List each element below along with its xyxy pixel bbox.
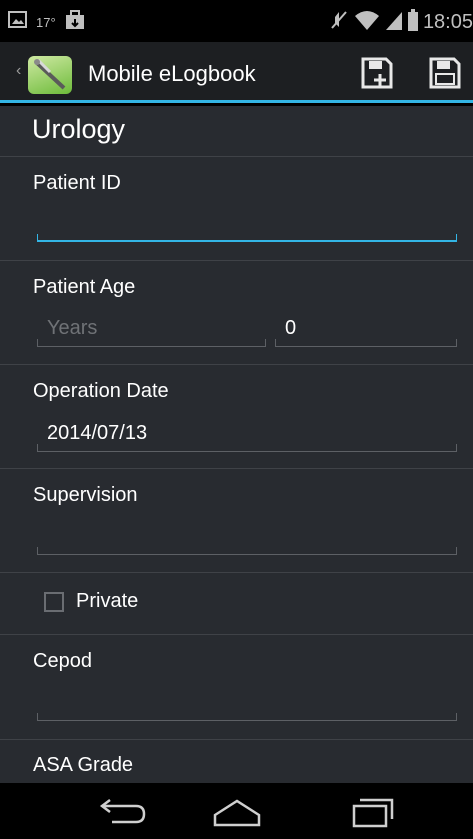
patient-age-years-input[interactable]: Years [37,317,266,347]
private-label[interactable]: Private [76,590,138,613]
cepod-input[interactable] [37,691,457,721]
status-bar: 17° 18:05 [0,0,473,42]
patient-age-months-input[interactable]: 0 [275,317,457,347]
app-logo[interactable] [28,56,72,94]
bag-icon [64,10,86,35]
patient-id-underline [37,234,457,242]
asa-grade-label: ASA Grade [33,754,134,776]
form-content[interactable]: Urology Patient ID Patient Age Years 0 O… [0,106,473,783]
status-left: 17° [8,10,86,35]
recents-button[interactable] [342,795,402,829]
clock-text: 18:05 [422,11,473,33]
signal-icon [385,9,403,36]
temperature-text: 17° [36,15,56,30]
mute-icon [329,9,349,36]
operation-date-input[interactable]: 2014/07/13 [37,422,457,452]
months-value: 0 [285,317,297,339]
operation-date-label: Operation Date [33,380,169,402]
section-title: Urology [32,114,126,144]
cepod-label: Cepod [33,650,92,672]
home-button[interactable] [207,795,267,829]
private-checkbox[interactable] [44,592,64,612]
recents-icon [342,798,402,833]
back-button[interactable] [90,795,150,829]
divider [0,156,473,157]
divider [0,468,473,469]
operation-date-value: 2014/07/13 [47,422,148,444]
divider [0,739,473,740]
navigation-bar [0,783,473,839]
save-button[interactable] [428,56,462,90]
divider [0,634,473,635]
divider [0,260,473,261]
patient-id-label: Patient ID [33,172,121,194]
cepod-underline [37,713,457,721]
home-icon [207,799,267,833]
supervision-label: Supervision [33,484,138,506]
divider [0,364,473,365]
save-icon [428,57,462,94]
years-underline [37,339,266,347]
patient-id-input[interactable] [37,212,457,242]
years-placeholder: Years [47,317,98,339]
operation-date-underline [37,444,457,452]
back-icon [90,799,150,833]
divider [0,572,473,573]
screenshot-icon [8,11,28,34]
up-caret-icon[interactable]: ‹ [16,62,21,80]
save-new-button[interactable] [360,56,394,90]
action-bar: ‹ Mobile eLogbook [0,42,473,103]
status-right: 18:05 [329,9,473,36]
patient-age-label: Patient Age [33,276,136,298]
months-underline [275,339,457,347]
battery-icon [407,9,418,36]
wifi-icon [354,9,380,36]
supervision-underline [37,547,457,555]
save-new-icon [360,57,394,94]
app-title: Mobile eLogbook [88,61,256,86]
supervision-input[interactable] [37,525,457,555]
